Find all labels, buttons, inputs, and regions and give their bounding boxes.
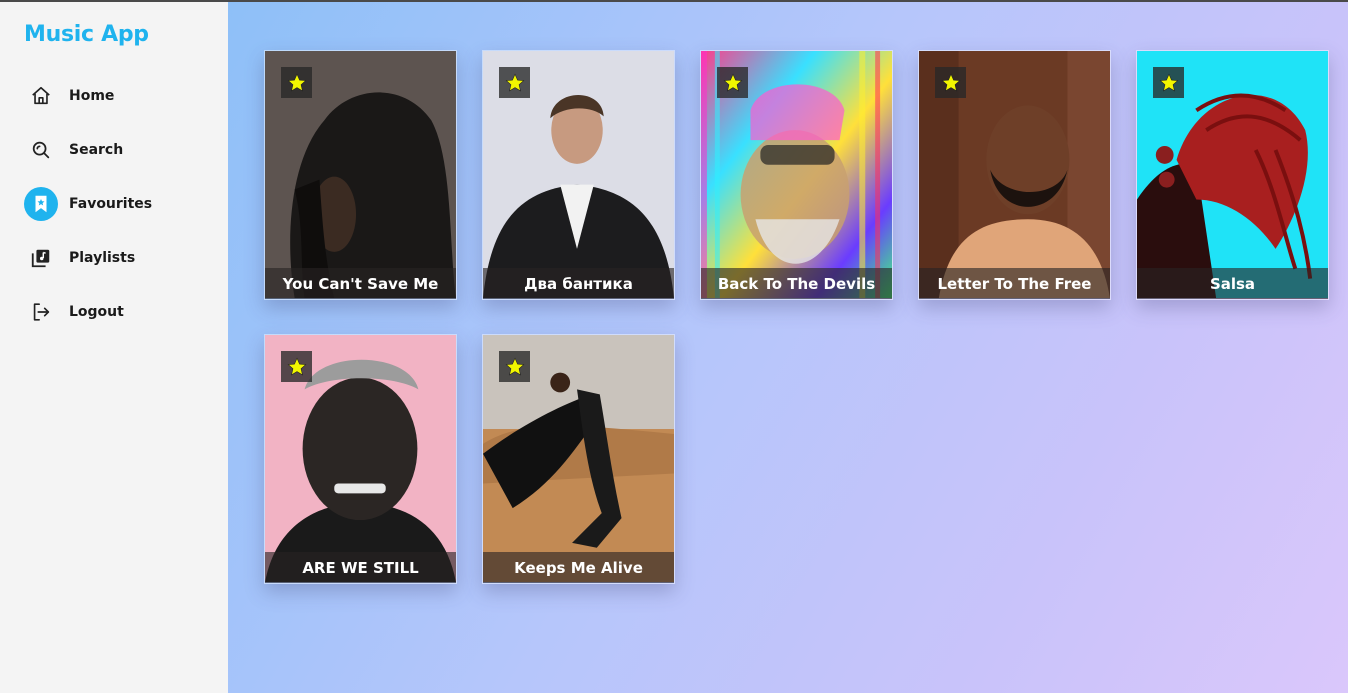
- track-card[interactable]: Два бантика: [482, 50, 675, 300]
- track-card[interactable]: You Can't Save Me: [264, 50, 457, 300]
- sidebar-item-label: Favourites: [69, 196, 153, 212]
- star-icon: [505, 73, 524, 91]
- bookmark-star-icon: [24, 187, 58, 221]
- app-title: Music App: [24, 22, 149, 47]
- favourite-toggle[interactable]: [717, 67, 748, 98]
- sidebar-item-label: Logout: [69, 304, 124, 320]
- window-top-border: [0, 0, 1348, 2]
- sidebar-item-label: Playlists: [69, 250, 136, 266]
- track-card[interactable]: Keeps Me Alive: [482, 334, 675, 584]
- sidebar: Music App Home Search Favourites Playlis…: [0, 2, 228, 693]
- sidebar-item-label: Home: [69, 88, 115, 104]
- track-title: Back To The Devils: [717, 274, 876, 293]
- track-card[interactable]: ARE WE STILL: [264, 334, 457, 584]
- track-title: Letter To The Free: [937, 274, 1092, 293]
- sidebar-item-logout[interactable]: Logout: [24, 294, 214, 330]
- star-icon: [287, 357, 306, 375]
- track-title: You Can't Save Me: [282, 274, 439, 293]
- sidebar-nav: Home Search Favourites Playlists Logout: [24, 78, 214, 348]
- track-caption: Два бантика: [483, 268, 674, 299]
- track-title: Keeps Me Alive: [514, 558, 643, 577]
- sidebar-item-label: Search: [69, 142, 124, 158]
- track-title: Два бантика: [524, 274, 633, 293]
- playlist-icon: [24, 241, 58, 275]
- sidebar-item-search[interactable]: Search: [24, 132, 214, 168]
- star-icon: [723, 73, 742, 91]
- favourites-grid: You Can't Save Me Два бантика Back To Th…: [264, 50, 1329, 584]
- logout-icon: [24, 295, 58, 329]
- favourite-toggle[interactable]: [935, 67, 966, 98]
- track-card[interactable]: Letter To The Free: [918, 50, 1111, 300]
- track-title: Salsa: [1209, 274, 1256, 293]
- star-icon: [287, 73, 306, 91]
- star-icon: [1159, 73, 1178, 91]
- star-icon: [941, 73, 960, 91]
- home-icon: [24, 79, 58, 113]
- track-caption: ARE WE STILL: [265, 552, 456, 583]
- favourite-toggle[interactable]: [281, 67, 312, 98]
- favourite-toggle[interactable]: [499, 67, 530, 98]
- search-icon: [24, 133, 58, 167]
- favourite-toggle[interactable]: [499, 351, 530, 382]
- track-caption: Keeps Me Alive: [483, 552, 674, 583]
- track-caption: Back To The Devils: [701, 268, 892, 299]
- track-title: ARE WE STILL: [302, 558, 419, 577]
- sidebar-item-favourites[interactable]: Favourites: [24, 186, 214, 222]
- track-card[interactable]: Back To The Devils: [700, 50, 893, 300]
- track-caption: Letter To The Free: [919, 268, 1110, 299]
- sidebar-item-home[interactable]: Home: [24, 78, 214, 114]
- favourite-toggle[interactable]: [281, 351, 312, 382]
- sidebar-item-playlists[interactable]: Playlists: [24, 240, 214, 276]
- track-caption: You Can't Save Me: [265, 268, 456, 299]
- star-icon: [505, 357, 524, 375]
- favourite-toggle[interactable]: [1153, 67, 1184, 98]
- track-caption: Salsa: [1137, 268, 1328, 299]
- track-card[interactable]: Salsa: [1136, 50, 1329, 300]
- favourites-content: You Can't Save Me Два бантика Back To Th…: [228, 2, 1348, 693]
